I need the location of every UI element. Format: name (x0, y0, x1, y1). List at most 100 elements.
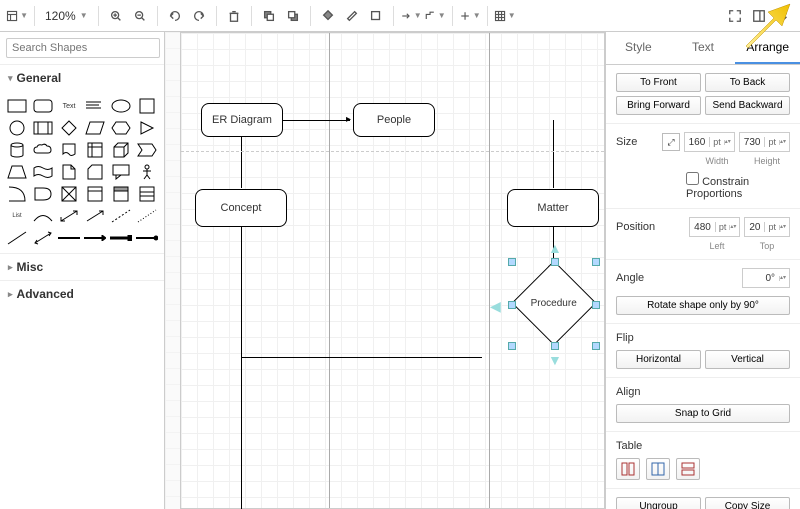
shape-dotted-line[interactable] (136, 207, 158, 225)
angle-label: Angle (616, 272, 666, 284)
shape-bidir-arrow[interactable] (58, 207, 80, 225)
shape-step[interactable] (136, 141, 158, 159)
shape-rect[interactable] (6, 97, 28, 115)
shape-text[interactable]: Text (58, 97, 80, 115)
shape-internal-storage[interactable] (84, 141, 106, 159)
zoom-control[interactable]: 120%▼ (41, 9, 92, 23)
shape-cube[interactable] (110, 141, 132, 159)
zoom-in-button[interactable] (105, 5, 127, 27)
ungroup-button[interactable]: Ungroup (616, 497, 701, 509)
shape-ellipse[interactable] (110, 97, 132, 115)
zoom-out-button[interactable] (129, 5, 151, 27)
width-input[interactable]: 160pt▴▾ (684, 132, 735, 152)
main-toolbar: ▼ 120%▼ ▼ ▼ ▼ ▼ (0, 0, 800, 32)
shape-trapezoid[interactable] (6, 163, 28, 181)
waypoint-button[interactable]: ▼ (424, 5, 446, 27)
height-input[interactable]: 730pt▴▾ (739, 132, 790, 152)
flip-vertical-button[interactable]: Vertical (705, 350, 790, 369)
fill-color-button[interactable] (317, 5, 339, 27)
undo-button[interactable] (164, 5, 186, 27)
section-advanced[interactable]: Advanced (0, 280, 164, 307)
tab-text[interactable]: Text (671, 32, 736, 64)
shape-or[interactable] (58, 185, 80, 203)
shape-cylinder[interactable] (6, 141, 28, 159)
shape-dashed-line[interactable] (110, 207, 132, 225)
angle-input[interactable]: 0°▴▾ (742, 268, 790, 288)
shape-diamond[interactable] (58, 119, 80, 137)
shape-textbox[interactable] (84, 97, 106, 115)
tab-style[interactable]: Style (606, 32, 671, 64)
shape-hexagon[interactable] (110, 119, 132, 137)
shape-container[interactable] (110, 185, 132, 203)
shape-square[interactable] (136, 97, 158, 115)
to-back-button[interactable] (282, 5, 304, 27)
top-input[interactable]: 20pt▴▾ (744, 217, 790, 237)
align-label: Align (616, 386, 666, 398)
connection-button[interactable]: ▼ (400, 5, 422, 27)
shape-arrow[interactable] (84, 207, 106, 225)
shape-cloud[interactable] (32, 141, 54, 159)
collapse-button[interactable] (772, 5, 794, 27)
flip-horizontal-button[interactable]: Horizontal (616, 350, 701, 369)
redo-button[interactable] (188, 5, 210, 27)
table-row-button[interactable] (676, 458, 700, 480)
shape-curved-line[interactable] (32, 207, 54, 225)
shape-callout[interactable] (110, 163, 132, 181)
shape-triangle[interactable] (136, 119, 158, 137)
shape-and[interactable] (32, 185, 54, 203)
insert-button[interactable]: ▼ (459, 5, 481, 27)
bring-forward-button[interactable]: Bring Forward (616, 96, 701, 115)
constrain-checkbox[interactable] (686, 172, 699, 185)
shape-card[interactable] (84, 163, 106, 181)
table-column-button[interactable] (646, 458, 670, 480)
node-concept[interactable]: Concept (195, 189, 287, 227)
to-front-button[interactable]: To Front (616, 73, 701, 92)
shape-data-store[interactable] (84, 185, 106, 203)
shape-tape[interactable] (32, 163, 54, 181)
fullscreen-button[interactable] (724, 5, 746, 27)
shape-thick-line-3[interactable] (110, 229, 132, 247)
search-shapes-input[interactable] (6, 38, 160, 58)
shape-bidir-thin[interactable] (32, 229, 54, 247)
to-front-button[interactable] (258, 5, 280, 27)
delete-button[interactable] (223, 5, 245, 27)
shapes-general-grid: Text (0, 91, 164, 253)
shape-thick-line-2[interactable] (84, 229, 106, 247)
left-input[interactable]: 480pt▴▾ (689, 217, 740, 237)
line-color-button[interactable] (341, 5, 363, 27)
autosize-button[interactable]: ⤢ (662, 133, 679, 151)
shape-circle[interactable] (6, 119, 28, 137)
rotate-90-button[interactable]: Rotate shape only by 90° (616, 296, 790, 315)
shape-process[interactable] (32, 119, 54, 137)
canvas[interactable]: ▸ ▾ ER Diagram People Concept Matter Pro… (165, 32, 605, 509)
tab-arrange[interactable]: Arrange (735, 32, 800, 64)
shape-note[interactable] (58, 163, 80, 181)
shape-line[interactable] (6, 229, 28, 247)
shape-actor[interactable] (136, 163, 158, 181)
shape-thick-line-4[interactable] (136, 229, 158, 247)
format-panel-button[interactable] (748, 5, 770, 27)
table-lane-button[interactable] (616, 458, 640, 480)
shadow-button[interactable] (365, 5, 387, 27)
send-backward-button[interactable]: Send Backward (705, 96, 790, 115)
copy-size-button[interactable]: Copy Size (705, 497, 790, 509)
node-people[interactable]: People (353, 103, 435, 137)
table-button[interactable]: ▼ (494, 5, 516, 27)
node-matter[interactable]: Matter (507, 189, 599, 227)
shape-document[interactable] (58, 141, 80, 159)
shape-curve[interactable] (6, 185, 28, 203)
shape-list[interactable] (136, 185, 158, 203)
to-back-button[interactable]: To Back (705, 73, 790, 92)
shape-parallelogram[interactable] (84, 119, 106, 137)
shape-rounded-rect[interactable] (32, 97, 54, 115)
flip-label: Flip (616, 332, 666, 344)
section-general[interactable]: General (0, 64, 164, 91)
section-misc[interactable]: Misc (0, 253, 164, 280)
view-menu-button[interactable]: ▼ (6, 5, 28, 27)
selection-handles[interactable]: ▲ ▼ ◀ (511, 261, 597, 347)
shape-thick-line-1[interactable] (58, 229, 80, 247)
node-er-diagram[interactable]: ER Diagram (201, 103, 283, 137)
shapes-panel: General Text (0, 32, 165, 509)
shape-list-item[interactable]: List (6, 207, 28, 225)
snap-to-grid-button[interactable]: Snap to Grid (616, 404, 790, 423)
